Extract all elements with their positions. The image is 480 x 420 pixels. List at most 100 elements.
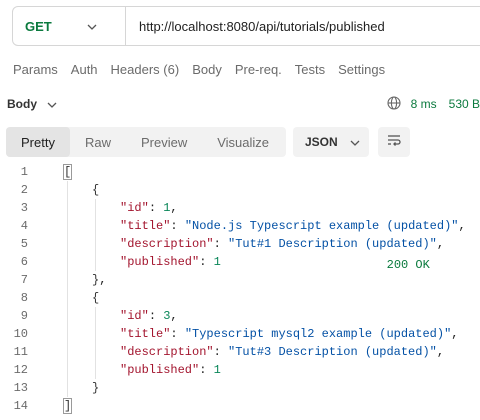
- code-line: 2{: [0, 181, 480, 199]
- code-content: "title": "Typescript mysql2 example (upd…: [42, 327, 458, 341]
- line-number: 4: [20, 219, 28, 233]
- json-punctuation: ,: [99, 273, 107, 287]
- tab-visualize[interactable]: Visualize: [202, 127, 284, 157]
- json-key: "published": [120, 255, 200, 269]
- format-select[interactable]: JSON: [293, 127, 369, 157]
- code-content: },: [42, 273, 106, 287]
- line-number: 13: [13, 381, 28, 395]
- code-line: 7},: [0, 271, 480, 289]
- json-punctuation: :: [213, 345, 229, 359]
- json-punctuation: ,: [451, 327, 459, 341]
- code-content: "title": "Node.js Typescript example (up…: [42, 219, 466, 233]
- tab-params[interactable]: Params: [13, 62, 58, 77]
- code-content: }: [42, 381, 99, 395]
- json-string: "Tut#1 Description (updated)": [228, 237, 437, 251]
- code-content: "description": "Tut#3 Description (updat…: [42, 345, 444, 359]
- json-punctuation: :: [170, 327, 185, 341]
- response-time[interactable]: 8 ms: [411, 97, 437, 111]
- code-line: 11 "description": "Tut#3 Description (upd…: [0, 343, 480, 361]
- json-key: "id": [120, 309, 149, 323]
- json-bracket: {: [92, 183, 100, 197]
- json-string: "Typescript mysql2 example (updated)": [184, 327, 452, 341]
- tab-pretty[interactable]: Pretty: [6, 127, 70, 157]
- tab-settings[interactable]: Settings: [338, 62, 385, 77]
- code-content: ]: [42, 398, 73, 414]
- line-number: 12: [13, 363, 28, 377]
- json-punctuation: :: [199, 363, 214, 377]
- json-key: "published": [120, 363, 200, 377]
- response-size[interactable]: 530 B: [449, 97, 480, 111]
- json-key: "description": [120, 345, 214, 359]
- json-punctuation: :: [199, 255, 214, 269]
- url-bar: GET http://localhost:8080/api/tutorials/…: [12, 6, 480, 46]
- line-number: 3: [20, 201, 28, 215]
- json-number: 1: [213, 363, 221, 377]
- json-punctuation: ,: [436, 237, 445, 251]
- json-key: "title": [120, 219, 171, 233]
- chevron-down-icon[interactable]: [47, 97, 57, 111]
- code-content: "published": 1: [42, 363, 221, 377]
- globe-icon[interactable]: [387, 95, 401, 113]
- response-header: Body 200 OK 8 ms 530 B: [7, 95, 480, 272]
- tab-body[interactable]: Body: [192, 62, 222, 77]
- tab-pre-request[interactable]: Pre-req.: [235, 62, 282, 77]
- code-line: 5 "description": "Tut#1 Description (upda…: [0, 235, 480, 253]
- json-punctuation: :: [148, 309, 164, 323]
- code-line: 3 "id": 1,: [0, 199, 480, 217]
- json-punctuation: :: [148, 201, 164, 215]
- line-number: 11: [13, 345, 28, 359]
- response-code-viewer[interactable]: 1[2{3 "id": 1, 4 "title": "Node.js Typescri…: [0, 163, 480, 415]
- tab-headers[interactable]: Headers (6): [111, 62, 180, 77]
- line-number: 8: [20, 291, 28, 305]
- line-number: 7: [20, 273, 28, 287]
- json-number: 1: [213, 255, 221, 269]
- indent-guide: [67, 181, 68, 397]
- json-string: "Tut#3 Description (updated)": [228, 345, 437, 359]
- tab-auth[interactable]: Auth: [71, 62, 98, 77]
- json-punctuation: ,: [436, 345, 445, 359]
- tab-tests[interactable]: Tests: [295, 62, 325, 77]
- tab-preview[interactable]: Preview: [126, 127, 202, 157]
- response-status: 200 OK 8 ms 530 B: [387, 95, 480, 272]
- method-label: GET: [25, 18, 52, 34]
- line-number: 9: [20, 309, 28, 323]
- url-input[interactable]: http://localhost:8080/api/tutorials/publ…: [126, 19, 385, 34]
- json-key: "description": [120, 237, 214, 251]
- format-label: JSON: [305, 135, 338, 149]
- json-punctuation: ,: [458, 219, 466, 233]
- code-content: "id": 3,: [42, 309, 178, 323]
- code-content: "id": 1,: [42, 201, 178, 215]
- indent-guide: [95, 307, 96, 379]
- code-line: 4 "title": "Node.js Typescript example (u…: [0, 217, 480, 235]
- code-content: "published": 1: [42, 255, 221, 269]
- code-line: 6 "published": 1: [0, 253, 480, 271]
- json-punctuation: ,: [170, 201, 178, 215]
- code-content: [: [42, 164, 73, 180]
- line-number: 10: [13, 327, 28, 341]
- json-key: "id": [120, 201, 149, 215]
- chevron-down-icon: [87, 17, 97, 35]
- code-line: 1[: [0, 163, 480, 181]
- view-tabs: Pretty Raw Preview Visualize: [6, 127, 286, 157]
- code-content: "description": "Tut#1 Description (updat…: [42, 237, 444, 251]
- json-key: "title": [120, 327, 171, 341]
- wrap-lines-button[interactable]: [378, 127, 410, 157]
- method-select[interactable]: GET: [13, 7, 125, 45]
- tab-raw[interactable]: Raw: [70, 127, 126, 157]
- code-line: 12 "published": 1: [0, 361, 480, 379]
- code-line: 13}: [0, 379, 480, 397]
- line-number: 2: [20, 183, 28, 197]
- code-content: {: [42, 183, 99, 197]
- code-line: 8{: [0, 289, 480, 307]
- code-content: {: [42, 291, 99, 305]
- json-string: "Node.js Typescript example (updated)": [184, 219, 459, 233]
- response-body-label[interactable]: Body: [7, 97, 37, 111]
- code-line: 14]: [0, 397, 480, 415]
- json-bracket: ]: [62, 398, 73, 414]
- json-bracket: {: [92, 291, 100, 305]
- json-punctuation: :: [170, 219, 185, 233]
- wrap-lines-icon: [386, 133, 402, 152]
- json-punctuation: :: [213, 237, 229, 251]
- line-number: 5: [20, 237, 28, 251]
- chevron-down-icon: [350, 135, 360, 149]
